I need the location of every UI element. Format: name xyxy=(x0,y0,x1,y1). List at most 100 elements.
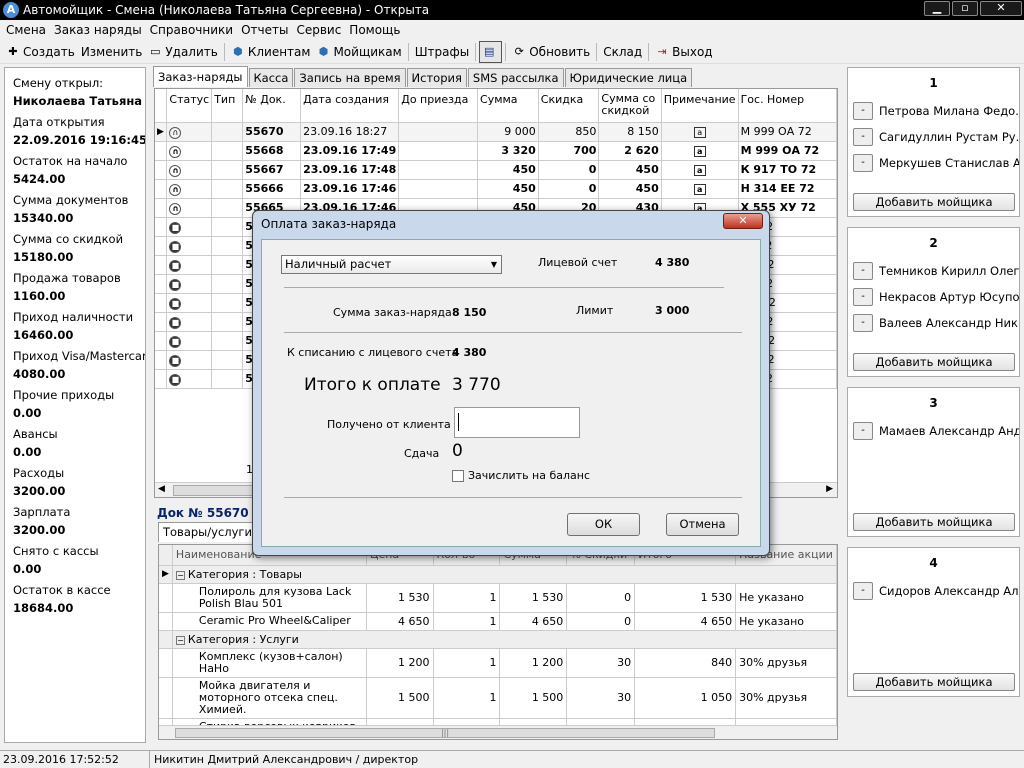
remove-washer-button[interactable]: - xyxy=(853,154,873,172)
plus-icon: ✚ xyxy=(8,44,18,58)
washer-name: Валеев Александр Ник... xyxy=(879,316,1019,330)
tab-goods-services[interactable]: Товары/услуги xyxy=(158,522,257,542)
status-cell: ■ xyxy=(166,217,213,237)
scroll-right-icon[interactable]: ▶ xyxy=(826,484,833,494)
minimize-button[interactable]: ▁ xyxy=(924,1,950,16)
to-clients-button[interactable]: ⬢ Клиентам xyxy=(228,41,314,63)
fines-button[interactable]: Штрафы xyxy=(412,41,473,63)
add-washer-button[interactable]: Добавить мойщика xyxy=(853,513,1015,531)
payment-dialog: Оплата заказ-наряда ✕ Наличный расчет ▼ … xyxy=(252,210,770,556)
to-washers-button[interactable]: ⬢ Мойщикам xyxy=(313,41,404,63)
row-indicator xyxy=(155,255,168,275)
row-indicator xyxy=(155,217,168,237)
scrollbar-thumb[interactable]: ||| xyxy=(175,728,715,738)
maximize-button[interactable]: ▫ xyxy=(952,1,978,16)
row-indicator xyxy=(155,293,168,313)
checkbox-icon[interactable] xyxy=(452,469,464,482)
remove-washer-button[interactable]: - xyxy=(853,314,873,332)
add-washer-button[interactable]: Добавить мойщика xyxy=(853,353,1015,371)
menu-service[interactable]: Сервис xyxy=(292,23,345,37)
ok-button[interactable]: ОК xyxy=(567,513,640,536)
document-icon: ▤ xyxy=(484,44,495,58)
note-icon[interactable]: a xyxy=(693,165,706,176)
payment-method-select[interactable]: Наличный расчет ▼ xyxy=(281,255,502,274)
shift-field-value: 18684.00 xyxy=(13,601,74,615)
tab-orders[interactable]: Заказ-наряды xyxy=(153,66,248,87)
received-input[interactable] xyxy=(454,407,580,438)
tab-cash[interactable]: Касса xyxy=(248,68,294,87)
column-header[interactable]: Гос. Номер xyxy=(738,89,837,123)
detail-horizontal-scrollbar[interactable]: ||| xyxy=(159,725,837,739)
collapse-icon[interactable]: − xyxy=(175,570,185,580)
window-title: Автомойщик - Смена (Николаева Татьяна Се… xyxy=(23,3,430,17)
delete-button[interactable]: ▭ Удалить xyxy=(145,41,221,63)
remove-washer-button[interactable]: - xyxy=(853,102,873,120)
dialog-close-button[interactable]: ✕ xyxy=(723,213,763,229)
remove-washer-button[interactable]: - xyxy=(853,288,873,306)
toolbar-separator xyxy=(648,42,650,61)
column-header[interactable]: До приезда xyxy=(398,89,479,123)
remove-washer-button[interactable]: - xyxy=(853,262,873,280)
add-washer-button[interactable]: Добавить мойщика xyxy=(853,673,1015,691)
tab-sms[interactable]: SMS рассылка xyxy=(467,68,564,87)
remove-washer-button[interactable]: - xyxy=(853,128,873,146)
item-disc-cell: 0 xyxy=(566,583,636,613)
tab-history[interactable]: История xyxy=(406,68,467,87)
close-window-button[interactable]: ✕ xyxy=(980,1,1022,16)
category-row[interactable]: ▶ − Категория : Товары xyxy=(159,565,837,584)
column-header[interactable]: Примечание xyxy=(661,89,739,123)
table-row[interactable]: ▶ ∩ 55670 23.09.16 18:27 9 000 850 8 150 a М 999… xyxy=(155,122,837,142)
detail-row[interactable]: Комплекс (кузов+салон) НаНо 1 200 1 1 200 30… xyxy=(159,648,837,678)
credit-to-balance-checkbox[interactable]: Зачислить на баланс xyxy=(452,469,590,482)
column-header[interactable]: Дата создания xyxy=(300,89,400,123)
column-header[interactable]: Статус xyxy=(166,89,213,123)
column-header[interactable]: Сумма со скидкой xyxy=(598,89,662,123)
edit-button[interactable]: Изменить xyxy=(78,41,146,63)
remove-washer-button[interactable]: - xyxy=(853,422,873,440)
status-datetime: 23.09.2016 17:52:52 xyxy=(0,750,150,768)
remove-washer-button[interactable]: - xyxy=(853,582,873,600)
add-washer-button[interactable]: Добавить мойщика xyxy=(853,193,1015,211)
detail-row[interactable]: Полироль для кузова Lack Polish Blau 501… xyxy=(159,583,837,613)
category-row[interactable]: − Категория : Услуги xyxy=(159,630,837,649)
column-header[interactable]: № Док. xyxy=(242,89,302,123)
item-disc-cell: 0 xyxy=(566,612,636,631)
note-icon[interactable]: a xyxy=(693,146,706,157)
column-header[interactable]: Сумма xyxy=(477,89,539,123)
scroll-left-icon[interactable]: ◀ xyxy=(158,484,165,494)
column-header[interactable]: Тип xyxy=(211,89,244,123)
exit-button[interactable]: ⇥ Выход xyxy=(652,41,715,63)
detail-row[interactable]: Ceramic Pro Wheel&Caliper 4 650 1 4 650 0 4 6… xyxy=(159,612,837,631)
menu-help[interactable]: Помощь xyxy=(345,23,404,37)
collapse-icon[interactable]: − xyxy=(175,635,185,645)
tab-legal-entities[interactable]: Юридические лица xyxy=(564,68,693,87)
cancel-button[interactable]: Отмена xyxy=(666,513,739,536)
category-label: Категория : Товары xyxy=(187,567,302,581)
shift-field-label: Остаток в кассе xyxy=(13,583,111,597)
create-button[interactable]: ✚ Создать xyxy=(3,41,78,63)
tab-appointments[interactable]: Запись на время xyxy=(294,68,406,87)
menu-orders[interactable]: Заказ наряды xyxy=(50,23,146,37)
note-icon[interactable]: a xyxy=(693,127,706,138)
note-icon[interactable]: a xyxy=(693,184,706,195)
net-sum-cell: 450 xyxy=(598,160,662,180)
washers-icon: ⬢ xyxy=(318,44,329,58)
menu-reports[interactable]: Отчеты xyxy=(237,23,292,37)
item-sum-cell: 1 500 xyxy=(499,677,568,719)
detail-row[interactable]: Мойка двигателя и моторного отсека спец.… xyxy=(159,677,837,719)
document-view-button[interactable]: ▤ xyxy=(479,40,503,63)
table-row[interactable]: ∩ 55667 23.09.16 17:48 450 0 450 a К 917 ТО 72 xyxy=(155,160,837,180)
menu-references[interactable]: Справочники xyxy=(146,23,237,37)
refresh-button[interactable]: ⟳ Обновить xyxy=(509,41,593,63)
table-row[interactable]: ∩ 55668 23.09.16 17:49 3 320 700 2 620 a М 999 … xyxy=(155,141,837,161)
window-titlebar: A Автомойщик - Смена (Николаева Татьяна … xyxy=(0,0,1024,20)
row-indicator-header xyxy=(159,545,173,566)
warehouse-button[interactable]: Склад xyxy=(600,41,645,63)
item-total-cell: 840 xyxy=(634,648,737,678)
item-qty-cell: 1 xyxy=(433,612,501,631)
table-row[interactable]: ∩ 55666 23.09.16 17:46 450 0 450 a Н 314 ЕЕ 72 xyxy=(155,179,837,199)
column-header[interactable]: Скидка xyxy=(538,89,600,123)
item-promo-cell: 30% друзья xyxy=(735,677,837,719)
menu-shift[interactable]: Смена xyxy=(2,23,50,37)
orders-header-row: Статус Тип № Док. Дата создания До приез… xyxy=(155,89,837,123)
